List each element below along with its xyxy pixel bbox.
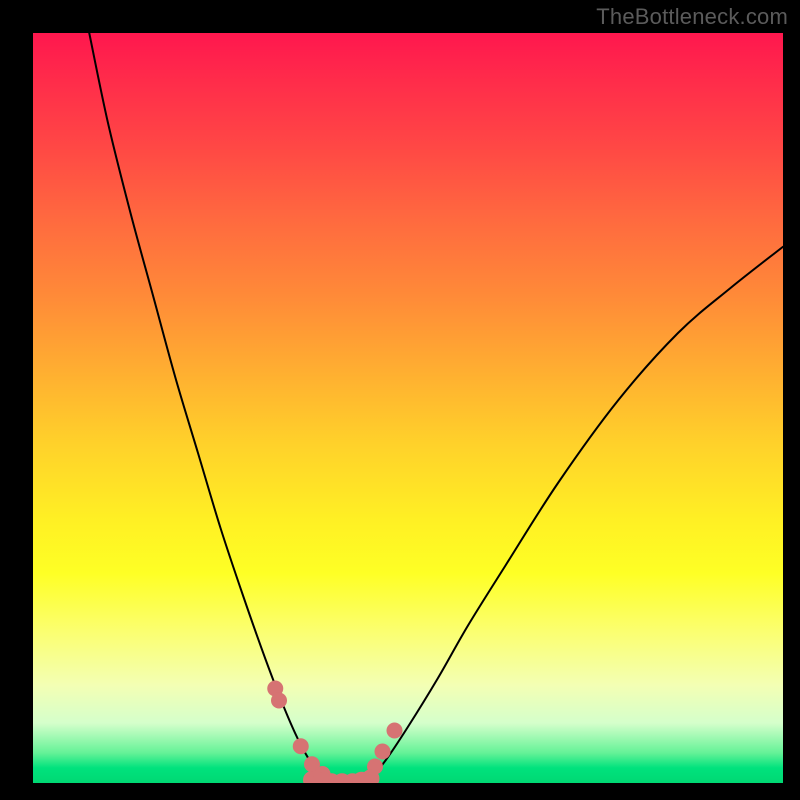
left-curve [89, 33, 325, 783]
bottom-band-right-dots-pt-2 [387, 723, 403, 739]
right-curve [367, 247, 783, 783]
curves [89, 33, 783, 783]
bottom-band-left-dots-pt-4 [315, 766, 331, 782]
bottom-band-strip-pt-4 [344, 773, 362, 783]
bottom-band-left-dots-pt-1 [271, 693, 287, 709]
bottom-band-strip-pt-5 [353, 772, 371, 783]
watermark-text: TheBottleneck.com [596, 4, 788, 30]
bottom-band-left-dots-pt-2 [293, 738, 309, 754]
bottom-band-strip-pt-6 [362, 770, 380, 784]
plot-area [33, 33, 783, 783]
markers [267, 681, 402, 784]
bottom-band-left-dots-pt-3 [304, 756, 320, 772]
bottom-band-strip-pt-0 [303, 771, 321, 783]
bottom-band-strip-pt-3 [333, 773, 351, 783]
bottom-band-left-dots-pt-0 [267, 681, 283, 697]
bottom-band-strip-pt-2 [323, 773, 341, 783]
bottom-band-right-dots-pt-0 [367, 759, 383, 775]
curve-layer [33, 33, 783, 783]
chart-frame: TheBottleneck.com [0, 0, 800, 800]
bottom-band-strip-pt-1 [312, 773, 330, 784]
bottom-band-right-dots-pt-1 [375, 744, 391, 760]
